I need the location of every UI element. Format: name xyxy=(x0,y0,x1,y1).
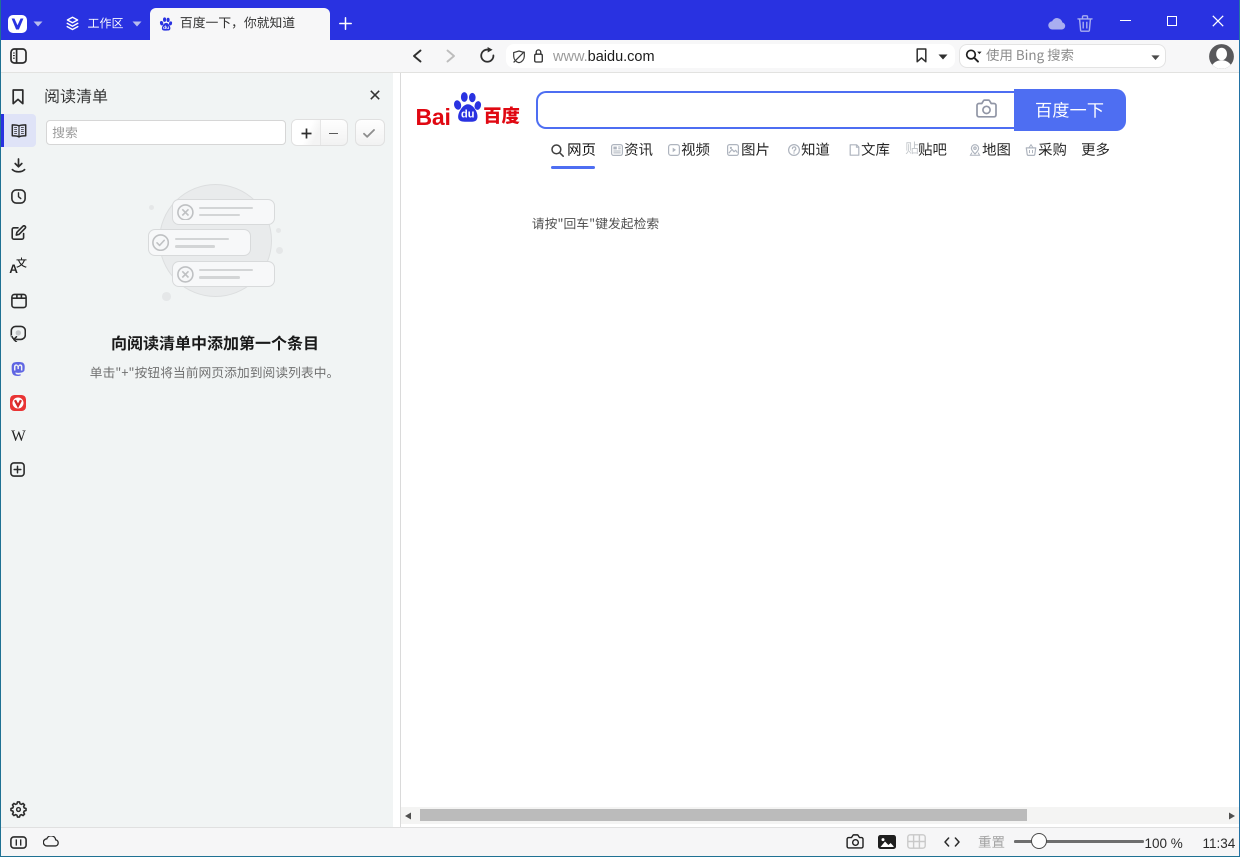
svg-text:du: du xyxy=(163,24,169,30)
svg-text:du: du xyxy=(460,108,473,120)
